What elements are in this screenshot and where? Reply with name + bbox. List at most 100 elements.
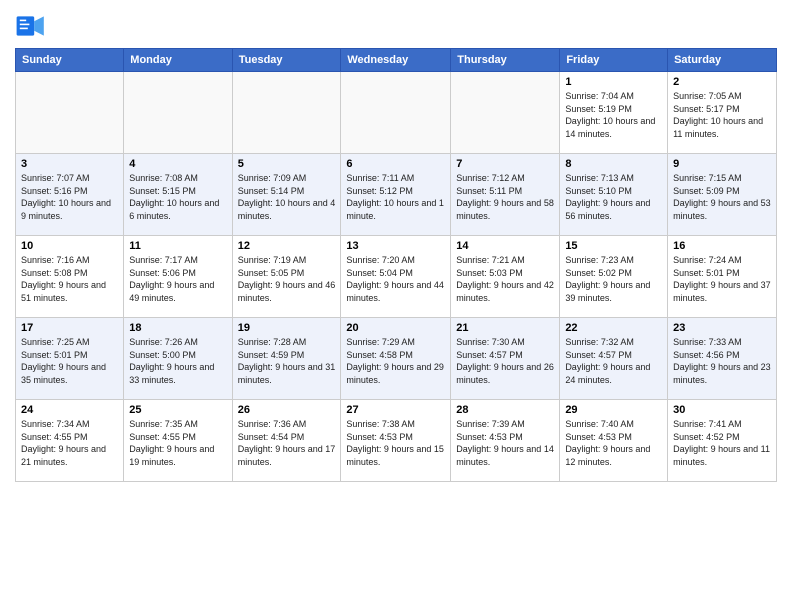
day-number: 10 xyxy=(21,240,118,252)
day-number: 5 xyxy=(238,158,336,170)
calendar-day: 27 Sunrise: 7:38 AM Sunset: 4:53 PM Dayli… xyxy=(341,400,451,482)
day-number: 19 xyxy=(238,322,336,334)
calendar-day: 28 Sunrise: 7:39 AM Sunset: 4:53 PM Dayli… xyxy=(451,400,560,482)
calendar-day: 14 Sunrise: 7:21 AM Sunset: 5:03 PM Dayli… xyxy=(451,236,560,318)
calendar-day: 7Sunrise: 7:12 AM Sunset: 5:11 PM Daylig… xyxy=(451,154,560,236)
calendar-day: 8 Sunrise: 7:13 AM Sunset: 5:10 PM Daylig… xyxy=(560,154,668,236)
day-number: 2 xyxy=(673,76,771,88)
calendar-day xyxy=(16,72,124,154)
day-info: Sunrise: 7:04 AM Sunset: 5:19 PM Dayligh… xyxy=(565,90,662,140)
logo-icon xyxy=(15,10,47,42)
day-info: Sunrise: 7:38 AM Sunset: 4:53 PM Dayligh… xyxy=(346,418,445,468)
day-info: Sunrise: 7:11 AM Sunset: 5:12 PM Dayligh… xyxy=(346,172,445,222)
calendar-day: 6 Sunrise: 7:11 AM Sunset: 5:12 PM Daylig… xyxy=(341,154,451,236)
day-number: 9 xyxy=(673,158,771,170)
calendar-day xyxy=(451,72,560,154)
day-number: 30 xyxy=(673,404,771,416)
day-info: Sunrise: 7:39 AM Sunset: 4:53 PM Dayligh… xyxy=(456,418,554,468)
day-number: 13 xyxy=(346,240,445,252)
weekday-header: Thursday xyxy=(451,49,560,72)
day-number: 16 xyxy=(673,240,771,252)
day-info: Sunrise: 7:23 AM Sunset: 5:02 PM Dayligh… xyxy=(565,254,662,304)
day-info: Sunrise: 7:16 AM Sunset: 5:08 PM Dayligh… xyxy=(21,254,118,304)
day-info: Sunrise: 7:09 AM Sunset: 5:14 PM Dayligh… xyxy=(238,172,336,222)
calendar-day: 4 Sunrise: 7:08 AM Sunset: 5:15 PM Daylig… xyxy=(124,154,232,236)
day-number: 27 xyxy=(346,404,445,416)
calendar-day: 17 Sunrise: 7:25 AM Sunset: 5:01 PM Dayli… xyxy=(16,318,124,400)
day-info: Sunrise: 7:34 AM Sunset: 4:55 PM Dayligh… xyxy=(21,418,118,468)
day-number: 23 xyxy=(673,322,771,334)
calendar-day: 30Sunrise: 7:41 AM Sunset: 4:52 PM Dayli… xyxy=(668,400,777,482)
calendar-day: 29 Sunrise: 7:40 AM Sunset: 4:53 PM Dayli… xyxy=(560,400,668,482)
weekday-header: Tuesday xyxy=(232,49,341,72)
day-info: Sunrise: 7:35 AM Sunset: 4:55 PM Dayligh… xyxy=(129,418,226,468)
day-number: 1 xyxy=(565,76,662,88)
calendar-day: 24 Sunrise: 7:34 AM Sunset: 4:55 PM Dayli… xyxy=(16,400,124,482)
day-number: 17 xyxy=(21,322,118,334)
day-info: Sunrise: 7:32 AM Sunset: 4:57 PM Dayligh… xyxy=(565,336,662,386)
day-info: Sunrise: 7:15 AM Sunset: 5:09 PM Dayligh… xyxy=(673,172,771,222)
day-info: Sunrise: 7:07 AM Sunset: 5:16 PM Dayligh… xyxy=(21,172,118,222)
day-info: Sunrise: 7:08 AM Sunset: 5:15 PM Dayligh… xyxy=(129,172,226,222)
day-info: Sunrise: 7:20 AM Sunset: 5:04 PM Dayligh… xyxy=(346,254,445,304)
calendar-week: 24 Sunrise: 7:34 AM Sunset: 4:55 PM Dayli… xyxy=(16,400,777,482)
calendar-day: 20 Sunrise: 7:29 AM Sunset: 4:58 PM Dayli… xyxy=(341,318,451,400)
calendar-day: 25 Sunrise: 7:35 AM Sunset: 4:55 PM Dayli… xyxy=(124,400,232,482)
day-info: Sunrise: 7:21 AM Sunset: 5:03 PM Dayligh… xyxy=(456,254,554,304)
day-number: 28 xyxy=(456,404,554,416)
calendar-day: 11Sunrise: 7:17 AM Sunset: 5:06 PM Dayli… xyxy=(124,236,232,318)
weekday-header: Monday xyxy=(124,49,232,72)
day-number: 14 xyxy=(456,240,554,252)
day-info: Sunrise: 7:12 AM Sunset: 5:11 PM Dayligh… xyxy=(456,172,554,222)
day-info: Sunrise: 7:36 AM Sunset: 4:54 PM Dayligh… xyxy=(238,418,336,468)
day-info: Sunrise: 7:25 AM Sunset: 5:01 PM Dayligh… xyxy=(21,336,118,386)
day-info: Sunrise: 7:30 AM Sunset: 4:57 PM Dayligh… xyxy=(456,336,554,386)
calendar-day: 26 Sunrise: 7:36 AM Sunset: 4:54 PM Dayli… xyxy=(232,400,341,482)
day-info: Sunrise: 7:05 AM Sunset: 5:17 PM Dayligh… xyxy=(673,90,771,140)
day-info: Sunrise: 7:28 AM Sunset: 4:59 PM Dayligh… xyxy=(238,336,336,386)
day-number: 15 xyxy=(565,240,662,252)
day-number: 25 xyxy=(129,404,226,416)
calendar-day: 2 Sunrise: 7:05 AM Sunset: 5:17 PM Daylig… xyxy=(668,72,777,154)
weekday-header-row: SundayMondayTuesdayWednesdayThursdayFrid… xyxy=(16,49,777,72)
page-container: SundayMondayTuesdayWednesdayThursdayFrid… xyxy=(0,0,792,487)
day-number: 6 xyxy=(346,158,445,170)
day-info: Sunrise: 7:13 AM Sunset: 5:10 PM Dayligh… xyxy=(565,172,662,222)
header xyxy=(15,10,777,42)
day-number: 29 xyxy=(565,404,662,416)
weekday-header: Wednesday xyxy=(341,49,451,72)
day-number: 11 xyxy=(129,240,226,252)
calendar-week: 17 Sunrise: 7:25 AM Sunset: 5:01 PM Dayli… xyxy=(16,318,777,400)
day-number: 24 xyxy=(21,404,118,416)
calendar-day: 13 Sunrise: 7:20 AM Sunset: 5:04 PM Dayli… xyxy=(341,236,451,318)
day-info: Sunrise: 7:40 AM Sunset: 4:53 PM Dayligh… xyxy=(565,418,662,468)
weekday-header: Saturday xyxy=(668,49,777,72)
calendar-day: 1 Sunrise: 7:04 AM Sunset: 5:19 PM Daylig… xyxy=(560,72,668,154)
day-number: 3 xyxy=(21,158,118,170)
calendar-day: 18Sunrise: 7:26 AM Sunset: 5:00 PM Dayli… xyxy=(124,318,232,400)
day-number: 4 xyxy=(129,158,226,170)
calendar-day xyxy=(341,72,451,154)
calendar-day: 15 Sunrise: 7:23 AM Sunset: 5:02 PM Dayli… xyxy=(560,236,668,318)
calendar-day: 10 Sunrise: 7:16 AM Sunset: 5:08 PM Dayli… xyxy=(16,236,124,318)
logo xyxy=(15,10,51,42)
calendar-day: 22 Sunrise: 7:32 AM Sunset: 4:57 PM Dayli… xyxy=(560,318,668,400)
day-number: 8 xyxy=(565,158,662,170)
day-info: Sunrise: 7:33 AM Sunset: 4:56 PM Dayligh… xyxy=(673,336,771,386)
day-number: 21 xyxy=(456,322,554,334)
calendar-day: 23 Sunrise: 7:33 AM Sunset: 4:56 PM Dayli… xyxy=(668,318,777,400)
calendar-day xyxy=(232,72,341,154)
calendar: SundayMondayTuesdayWednesdayThursdayFrid… xyxy=(15,48,777,482)
calendar-day xyxy=(124,72,232,154)
calendar-day: 19 Sunrise: 7:28 AM Sunset: 4:59 PM Dayli… xyxy=(232,318,341,400)
day-number: 20 xyxy=(346,322,445,334)
calendar-day: 16Sunrise: 7:24 AM Sunset: 5:01 PM Dayli… xyxy=(668,236,777,318)
day-info: Sunrise: 7:19 AM Sunset: 5:05 PM Dayligh… xyxy=(238,254,336,304)
calendar-day: 9 Sunrise: 7:15 AM Sunset: 5:09 PM Daylig… xyxy=(668,154,777,236)
weekday-header: Friday xyxy=(560,49,668,72)
calendar-day: 5 Sunrise: 7:09 AM Sunset: 5:14 PM Daylig… xyxy=(232,154,341,236)
day-number: 22 xyxy=(565,322,662,334)
day-info: Sunrise: 7:26 AM Sunset: 5:00 PM Dayligh… xyxy=(129,336,226,386)
day-info: Sunrise: 7:29 AM Sunset: 4:58 PM Dayligh… xyxy=(346,336,445,386)
day-number: 26 xyxy=(238,404,336,416)
